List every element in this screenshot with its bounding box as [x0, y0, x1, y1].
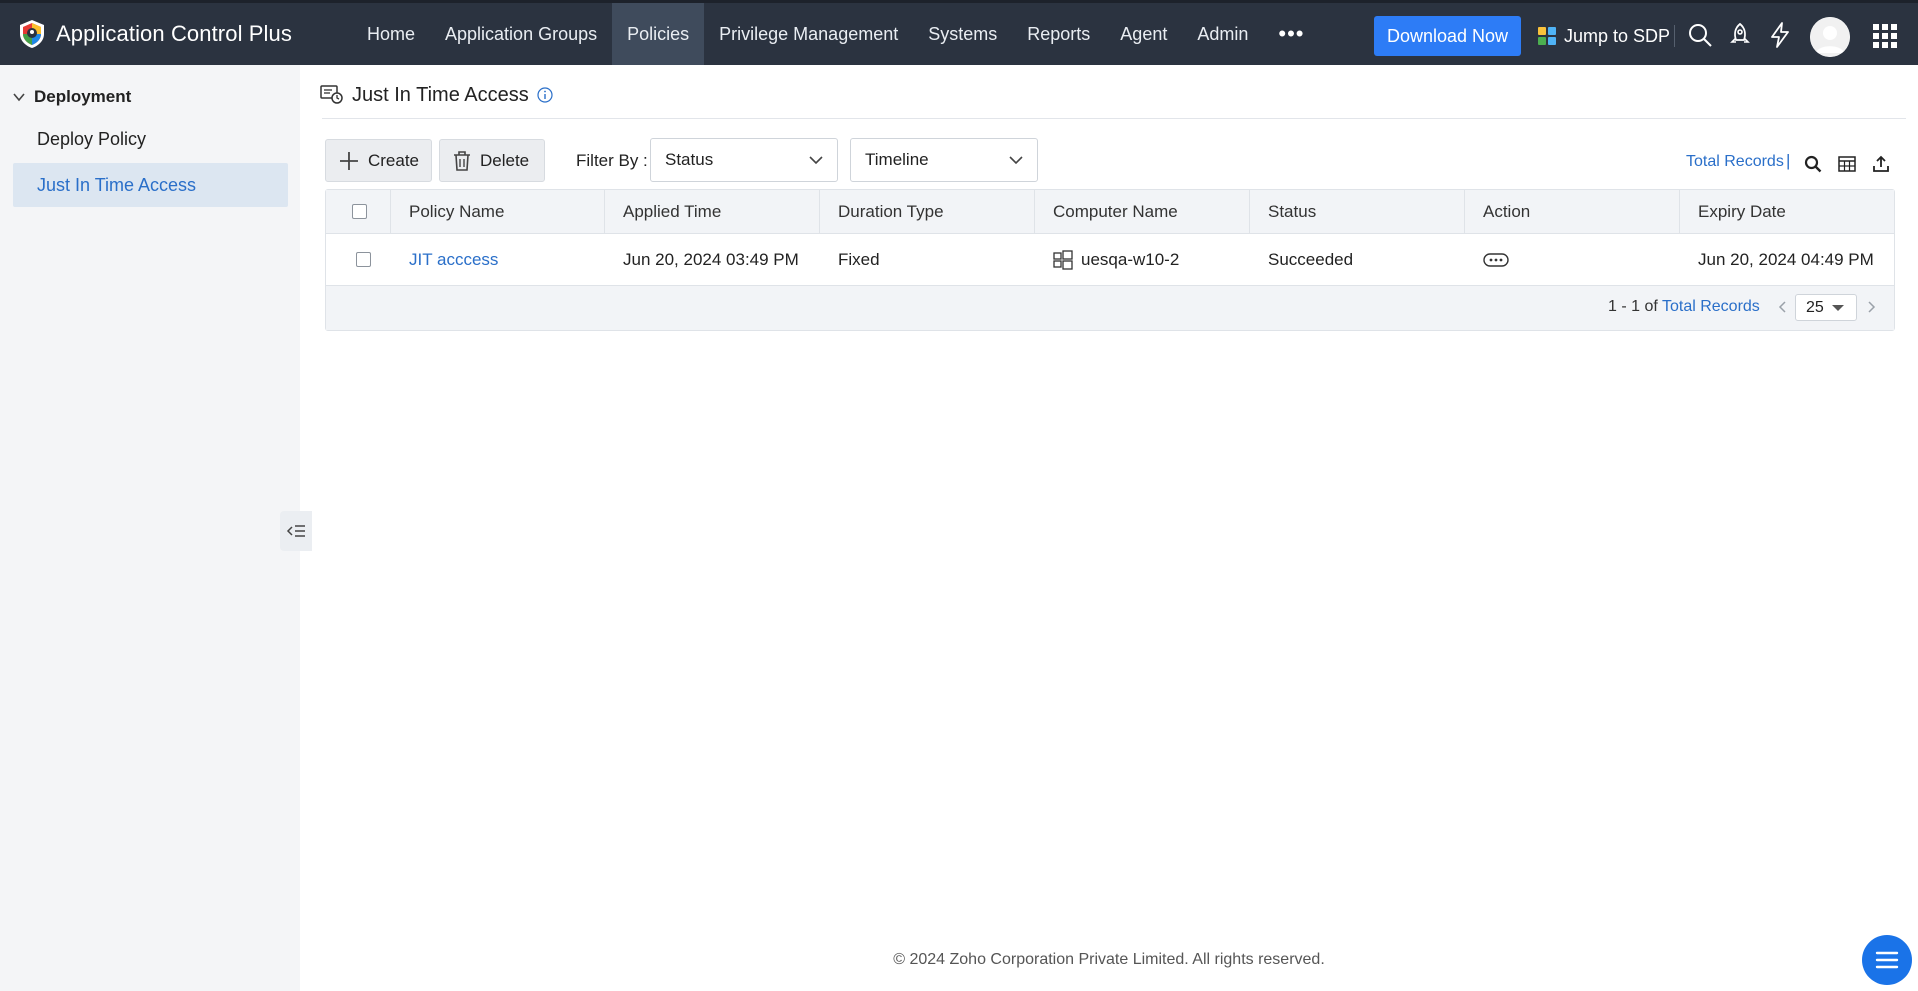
- nav-systems[interactable]: Systems: [913, 3, 1012, 65]
- search-icon[interactable]: [1686, 21, 1714, 49]
- nav-admin[interactable]: Admin: [1182, 3, 1263, 65]
- sidebar-section-deployment[interactable]: Deployment: [12, 87, 131, 107]
- duration-type-cell: Fixed: [838, 249, 880, 269]
- footer-copyright: © 2024 Zoho Corporation Private Limited.…: [893, 951, 1325, 968]
- column-header[interactable]: Expiry Date: [1680, 190, 1894, 234]
- select-all-checkbox[interactable]: [352, 204, 367, 219]
- chevron-down-icon: [809, 156, 823, 165]
- column-header[interactable]: Action: [1465, 189, 1680, 234]
- download-now-button[interactable]: Download Now: [1374, 16, 1521, 56]
- jit-access-table: Policy Name Applied Time Duration Type C…: [325, 189, 1895, 331]
- page-size-value: 25: [1806, 298, 1824, 316]
- main-content: Just In Time Access Create Delete Filter…: [300, 65, 1918, 991]
- avatar[interactable]: [1810, 17, 1850, 57]
- nav-policies[interactable]: Policies: [612, 3, 705, 65]
- plus-icon: [339, 151, 358, 170]
- top-bar: Application Control Plus Home Applicatio…: [0, 0, 1918, 65]
- sdp-icon: [1538, 27, 1556, 45]
- page-header: Just In Time Access: [320, 81, 553, 109]
- sidebar-item-label: Deploy Policy: [37, 128, 147, 149]
- nav-privilege-management[interactable]: Privilege Management: [704, 3, 913, 65]
- column-header[interactable]: Applied Time: [605, 189, 820, 234]
- pagination-range: 1 - 1 of: [1608, 298, 1658, 315]
- status-filter-select[interactable]: Status: [650, 138, 838, 182]
- table-header: Policy Name Applied Time Duration Type C…: [326, 189, 1894, 234]
- column-header[interactable]: Duration Type: [820, 189, 1035, 234]
- previous-page-icon[interactable]: [1776, 300, 1790, 314]
- search-icon[interactable]: [1804, 155, 1822, 173]
- action-cell: [1465, 234, 1680, 286]
- select-all-cell: [326, 189, 391, 234]
- apps-grid-icon[interactable]: [1873, 24, 1897, 48]
- nav-agent[interactable]: Agent: [1105, 3, 1182, 65]
- chevron-down-icon: [1009, 156, 1023, 165]
- divider: [1674, 25, 1675, 47]
- user-avatar-icon: [1810, 17, 1850, 57]
- more-actions-icon[interactable]: [1483, 252, 1509, 267]
- expiry-date-cell: Jun 20, 2024 04:49 PM: [1698, 249, 1874, 269]
- jump-to-sdp-button[interactable]: Jump to SDP: [1536, 16, 1670, 56]
- windows-icon: [1053, 249, 1073, 270]
- menu-icon: [1875, 951, 1899, 969]
- sidebar-item-just-in-time-access[interactable]: Just In Time Access: [13, 163, 288, 207]
- divider: [322, 118, 1906, 119]
- brand[interactable]: Application Control Plus: [18, 19, 338, 49]
- policy-name-link[interactable]: JIT acccess: [391, 234, 605, 286]
- column-header[interactable]: Policy Name: [391, 189, 605, 234]
- column-settings-icon[interactable]: [1838, 155, 1856, 173]
- column-header[interactable]: Computer Name: [1035, 189, 1250, 234]
- nav-reports[interactable]: Reports: [1012, 3, 1105, 65]
- table-footer: 1 - 1 of Total Records 25: [326, 286, 1894, 330]
- sidebar: Deployment Deploy Policy Just In Time Ac…: [0, 65, 312, 991]
- next-page-icon[interactable]: [1864, 300, 1878, 314]
- row-checkbox[interactable]: [356, 252, 371, 267]
- total-records-link[interactable]: Total Records: [1686, 153, 1784, 171]
- main-nav: Home Application Groups Policies Privile…: [352, 3, 1319, 65]
- applied-time-cell: Jun 20, 2024 03:49 PM: [623, 249, 799, 269]
- computer-name: uesqa-w10-2: [1081, 249, 1180, 269]
- page-title: Just In Time Access: [352, 83, 529, 106]
- app-logo-icon: [20, 20, 44, 48]
- app-name: Application Control Plus: [56, 21, 292, 46]
- info-icon[interactable]: [537, 87, 553, 103]
- create-label: Create: [367, 150, 419, 170]
- lightning-icon[interactable]: [1766, 21, 1794, 49]
- status-cell: Succeeded: [1268, 249, 1354, 269]
- chevron-down-icon: [13, 93, 25, 102]
- rocket-icon[interactable]: [1726, 21, 1754, 49]
- nav-application-groups[interactable]: Application Groups: [430, 3, 612, 65]
- nav-more-icon[interactable]: •••: [1263, 3, 1319, 65]
- filter-label: Filter By :: [576, 151, 648, 170]
- column-header[interactable]: Status: [1250, 189, 1465, 234]
- sidebar-section-label: Deployment: [34, 87, 132, 106]
- page-size-select[interactable]: 25: [1795, 294, 1857, 321]
- nav-home[interactable]: Home: [352, 3, 430, 65]
- sidebar-item-label: Just In Time Access: [37, 174, 197, 195]
- timeline-filter-select[interactable]: Timeline: [850, 138, 1038, 182]
- divider: |: [1786, 151, 1791, 170]
- computer-name-cell: uesqa-w10-2: [1035, 234, 1250, 286]
- status-select-value: Status: [665, 150, 714, 169]
- caret-down-icon: [1832, 305, 1844, 311]
- timeline-select-value: Timeline: [865, 150, 929, 169]
- export-icon[interactable]: [1872, 155, 1890, 173]
- sidebar-item-deploy-policy[interactable]: Deploy Policy: [13, 117, 288, 161]
- create-button[interactable]: Create: [325, 139, 432, 182]
- row-select-cell: [326, 234, 391, 286]
- pagination-summary: 1 - 1 of Total Records: [1608, 298, 1760, 316]
- trash-icon: [454, 150, 470, 171]
- chat-menu-button[interactable]: [1862, 935, 1912, 985]
- jump-label: Jump to SDP: [1564, 25, 1671, 46]
- total-records-link[interactable]: Total Records: [1662, 298, 1760, 315]
- delete-button[interactable]: Delete: [439, 139, 545, 182]
- delete-label: Delete: [480, 150, 530, 170]
- jit-access-icon: [320, 85, 343, 104]
- table-row: JIT acccess Jun 20, 2024 03:49 PM Fixed …: [326, 234, 1894, 286]
